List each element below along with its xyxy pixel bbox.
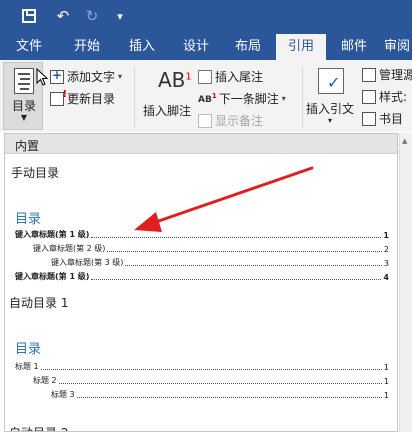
toc-entry: 标题 31 — [51, 390, 389, 400]
chevron-down-icon: ▾ — [328, 116, 333, 125]
style-label: 样式: — [379, 90, 408, 104]
tab-references[interactable]: 引用 — [276, 34, 326, 60]
toc-gallery-dropdown: 内置 手动目录 目录 键入章标题(第 1 级) 1 键入章标题(第 2 级) 2 键… — [4, 133, 398, 432]
auto-toc-2-section-label: 自动目录 2 — [9, 424, 68, 431]
gallery-category-header: 内置 — [5, 134, 397, 154]
tab-home[interactable]: 开始 — [62, 34, 112, 60]
insert-endnote-label: 插入尾注 — [215, 70, 264, 84]
add-text-icon — [50, 68, 64, 84]
next-footnote-button[interactable]: AB1 下一条脚注 ▾ — [198, 90, 286, 107]
manual-toc-title: 目录 — [15, 212, 42, 227]
update-toc-icon — [50, 89, 67, 106]
scroll-up-icon[interactable]: ▲ — [402, 137, 410, 145]
tab-layout[interactable]: 布局 — [226, 34, 270, 60]
insert-citation-label: 插入引文 — [306, 102, 355, 116]
show-notes-icon — [198, 113, 212, 128]
insert-footnote-label: 插入脚注 — [143, 104, 192, 118]
citation-style-select[interactable]: 样式: — [362, 88, 407, 105]
insert-citation-button[interactable]: 插入引文 — [306, 100, 354, 117]
toc-icon — [14, 68, 34, 94]
ribbon-panel: 目录 ▼ 添加文字 ▾ 更新目录 AB1 插入脚注 插入尾注 AB1 下一条脚注… — [0, 60, 412, 132]
manage-sources-icon — [362, 67, 376, 82]
chevron-down-icon: ▼ — [20, 113, 28, 122]
customize-quick-access-button[interactable]: ▾ — [114, 6, 126, 26]
insert-endnote-button[interactable]: 插入尾注 — [198, 68, 263, 85]
toc-button-label: 目录 — [11, 99, 36, 113]
tab-insert[interactable]: 插入 — [118, 34, 166, 60]
group-divider — [134, 66, 135, 128]
bibliography-label: 书目 — [379, 112, 404, 126]
show-notes-button[interactable]: 显示备注 — [198, 112, 263, 129]
auto-toc-title: 目录 — [15, 342, 42, 357]
redo-icon: ↻ — [85, 7, 99, 25]
chevron-down-icon: ▾ — [117, 9, 123, 23]
next-footnote-label: 下一条脚注 — [218, 92, 279, 106]
show-notes-label: 显示备注 — [215, 114, 264, 128]
toc-entry: 键入章标题(第 3 级) 3 — [51, 258, 389, 268]
title-bar: ↶ ↻ ▾ — [0, 0, 412, 34]
tab-file[interactable]: 文件 — [6, 34, 52, 60]
redo-button[interactable]: ↻ — [84, 6, 100, 26]
save-button[interactable] — [20, 6, 38, 26]
chevron-down-icon: ▾ — [281, 94, 286, 103]
style-icon — [362, 89, 376, 104]
add-text-button[interactable]: 添加文字 ▾ — [50, 68, 122, 85]
next-footnote-icon: AB1 — [198, 92, 217, 105]
insert-citation-icon — [318, 68, 344, 94]
toc-entry: 键入章标题(第 1 级) 4 — [15, 272, 389, 282]
ribbon-tab-bar: 文件 开始 插入 设计 布局 引用 邮件 审阅 — [0, 34, 412, 60]
update-toc-label: 更新目录 — [67, 92, 116, 106]
manage-sources-label: 管理源 — [379, 68, 412, 82]
auto-toc-1-section-label: 自动目录 1 — [9, 296, 69, 310]
tab-mailings[interactable]: 邮件 — [332, 34, 376, 60]
bibliography-button[interactable]: 书目 — [362, 110, 403, 127]
toc-entry: 标题 21 — [33, 376, 389, 386]
tab-design[interactable]: 设计 — [172, 34, 220, 60]
save-icon — [22, 9, 36, 23]
undo-icon: ↶ — [56, 7, 70, 25]
insert-footnote-icon: AB1 — [158, 68, 192, 92]
insert-footnote-button[interactable]: 插入脚注 — [143, 102, 191, 119]
insert-endnote-icon — [198, 69, 212, 84]
add-text-label: 添加文字 — [67, 70, 116, 84]
gallery-scrollbar[interactable]: ▲ — [399, 133, 412, 432]
chevron-down-icon: ▾ — [118, 72, 123, 81]
update-toc-button[interactable]: 更新目录 — [50, 89, 116, 107]
manual-toc-section-label: 手动目录 — [11, 166, 60, 180]
manage-sources-button[interactable]: 管理源 — [362, 66, 412, 83]
toc-entry: 键入章标题(第 2 级) 2 — [33, 244, 389, 254]
undo-button[interactable]: ↶ — [50, 6, 76, 26]
group-divider — [302, 66, 303, 128]
bibliography-icon — [362, 111, 376, 126]
tab-review[interactable]: 审阅 — [384, 34, 412, 60]
gallery-category-label: 内置 — [15, 139, 40, 153]
toc-entry: 键入章标题(第 1 级) 1 — [15, 230, 389, 240]
toc-entry: 标题 11 — [15, 362, 389, 372]
mouse-cursor-icon — [36, 68, 48, 86]
